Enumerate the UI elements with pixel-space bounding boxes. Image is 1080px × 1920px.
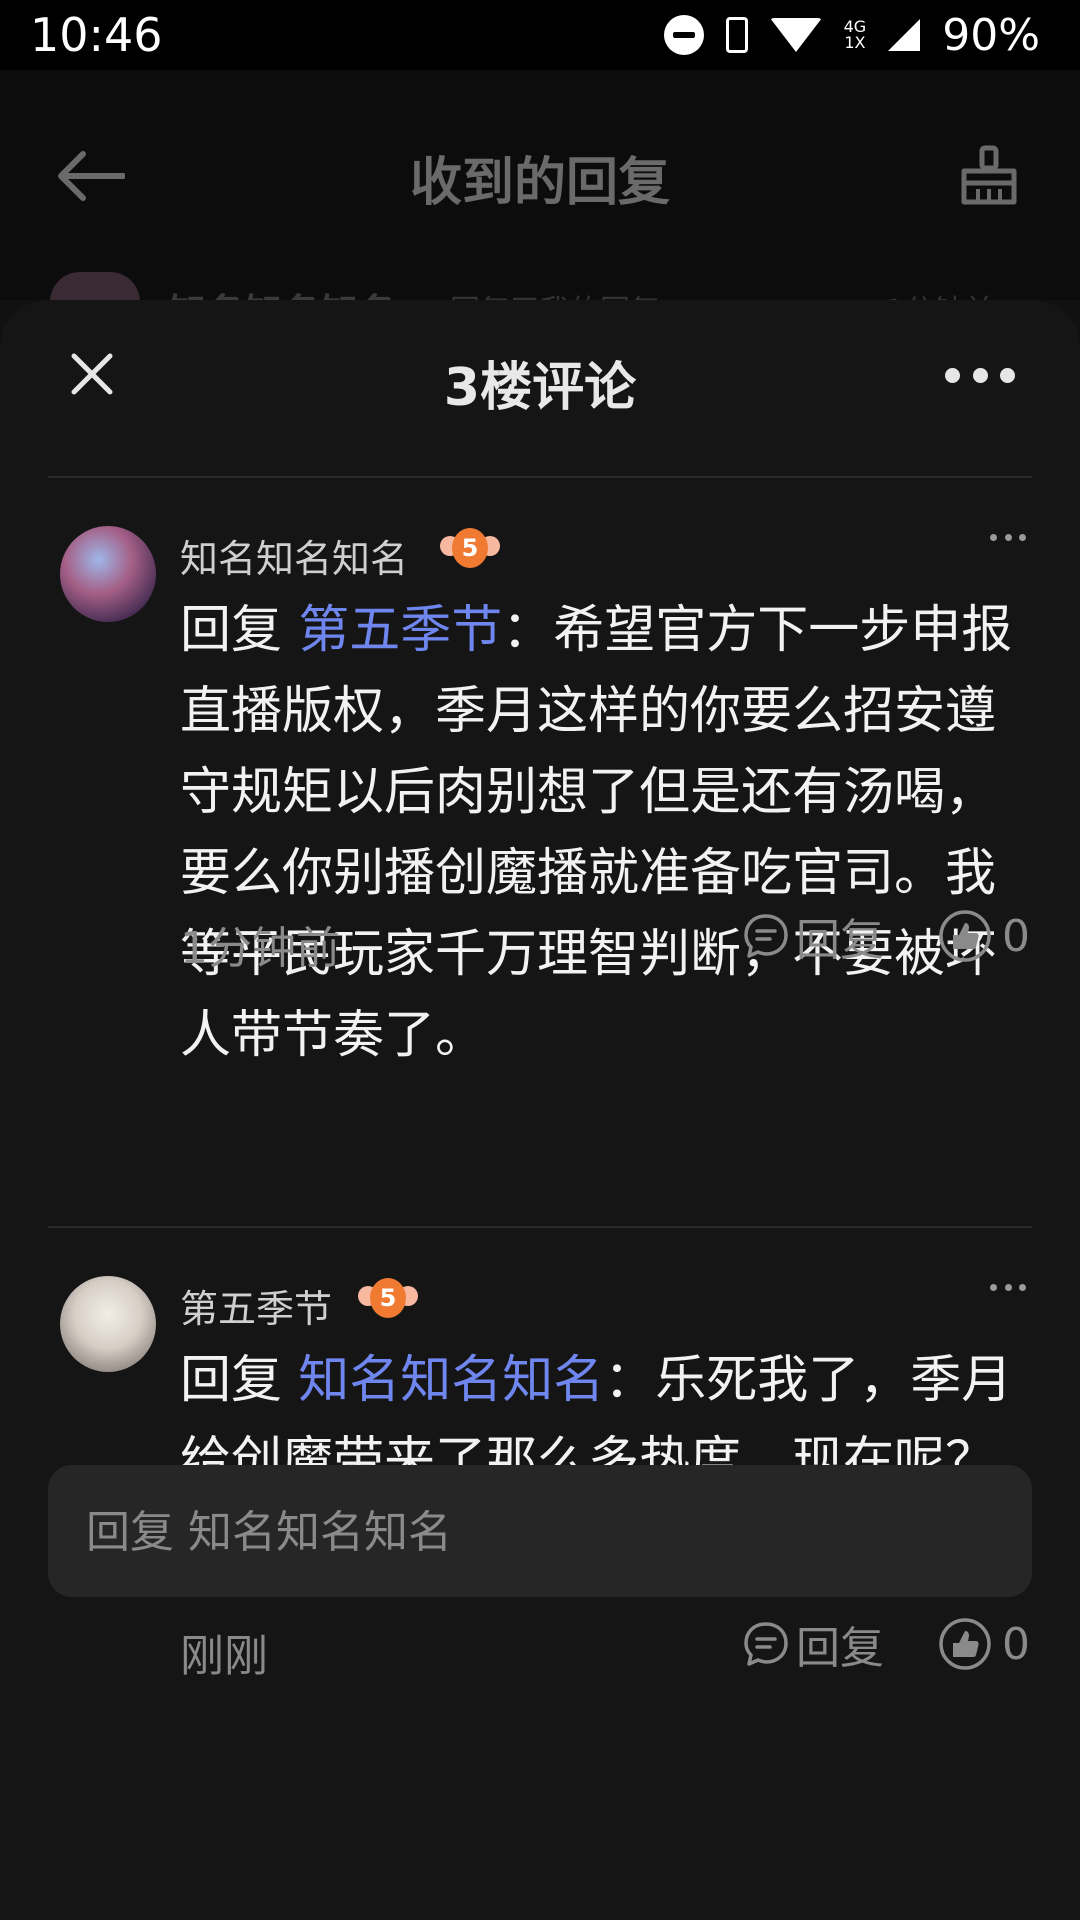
avatar[interactable] bbox=[60, 1276, 156, 1372]
reply-input[interactable] bbox=[84, 1465, 1008, 1599]
status-bar: 10:46 4G 1X 90% bbox=[0, 0, 1080, 70]
do-not-disturb-icon bbox=[663, 15, 704, 55]
battery-level: 90% bbox=[942, 9, 1040, 61]
reply-button[interactable]: 回复 bbox=[742, 908, 884, 966]
mention-link[interactable]: 知名知名知名 bbox=[298, 1351, 604, 1410]
reply-label: 回复 bbox=[796, 1623, 884, 1674]
divider bbox=[48, 476, 1032, 478]
comment-username[interactable]: 知名知名知名 bbox=[180, 528, 408, 583]
broom-icon[interactable] bbox=[960, 145, 1018, 205]
level-badge: 5 bbox=[358, 1276, 418, 1320]
comment-body: 回复 第五季节：希望官方下一步申报直播版权，季月这样的你要么招安遵守规矩以后肉别… bbox=[180, 590, 1020, 1076]
comment-time: 刚刚 bbox=[180, 1631, 268, 1682]
comment-bubble-icon bbox=[744, 914, 788, 958]
vibrate-icon bbox=[725, 17, 748, 53]
wifi-icon bbox=[769, 18, 822, 52]
thumbs-up-icon bbox=[939, 910, 991, 962]
level-number: 5 bbox=[452, 528, 488, 568]
cell-signal-icon bbox=[888, 19, 921, 51]
page-title: 收到的回复 bbox=[409, 153, 670, 213]
dot bbox=[972, 367, 988, 383]
level-badge: 5 bbox=[440, 526, 500, 570]
dot bbox=[1000, 367, 1015, 383]
like-button[interactable]: 0 bbox=[938, 908, 1030, 964]
level-number: 5 bbox=[370, 1278, 406, 1318]
like-button[interactable]: 0 bbox=[938, 1616, 1030, 1672]
mention-link[interactable]: 第五季节 bbox=[298, 601, 502, 660]
sheet-title: 3楼评论 bbox=[443, 358, 637, 418]
comment-time: 1分钟前 bbox=[180, 923, 340, 974]
comment-more-icon[interactable] bbox=[990, 1282, 1026, 1292]
avatar[interactable] bbox=[60, 526, 156, 622]
comment-bubble-icon bbox=[744, 1622, 788, 1666]
comment-text: 希望官方下一步申报直播版权，季月这样的你要么招安遵守规矩以后肉别想了但是还有汤喝… bbox=[180, 601, 1013, 1065]
network-type-label: 4G 1X bbox=[844, 19, 867, 51]
like-count: 0 bbox=[1002, 910, 1030, 962]
reply-prefix: 回复 bbox=[180, 601, 283, 660]
more-dots-icon[interactable] bbox=[945, 365, 1015, 385]
reply-label: 回复 bbox=[796, 915, 884, 966]
like-count: 0 bbox=[1002, 1618, 1030, 1670]
network-type-bottom: 1X bbox=[844, 33, 866, 52]
reply-prefix: 回复 bbox=[180, 1351, 283, 1410]
status-time: 10:46 bbox=[30, 8, 163, 62]
separator: ： bbox=[604, 1351, 656, 1410]
reply-button[interactable]: 回复 bbox=[742, 1616, 884, 1674]
status-icons: 4G 1X 90% bbox=[663, 9, 1040, 61]
peek-avatar bbox=[50, 272, 140, 302]
comment-username[interactable]: 第五季节 bbox=[180, 1278, 332, 1333]
comment-more-icon[interactable] bbox=[990, 532, 1026, 542]
reply-input-container[interactable] bbox=[48, 1465, 1032, 1599]
dot bbox=[945, 367, 960, 383]
divider bbox=[48, 1226, 1032, 1228]
thumbs-up-icon bbox=[939, 1618, 991, 1670]
separator: ： bbox=[502, 601, 554, 660]
comment-sheet: 3楼评论 知名知名知名 5 回复 第五季节：希望官方下一步申报直播版权，季月这样… bbox=[0, 300, 1080, 1920]
